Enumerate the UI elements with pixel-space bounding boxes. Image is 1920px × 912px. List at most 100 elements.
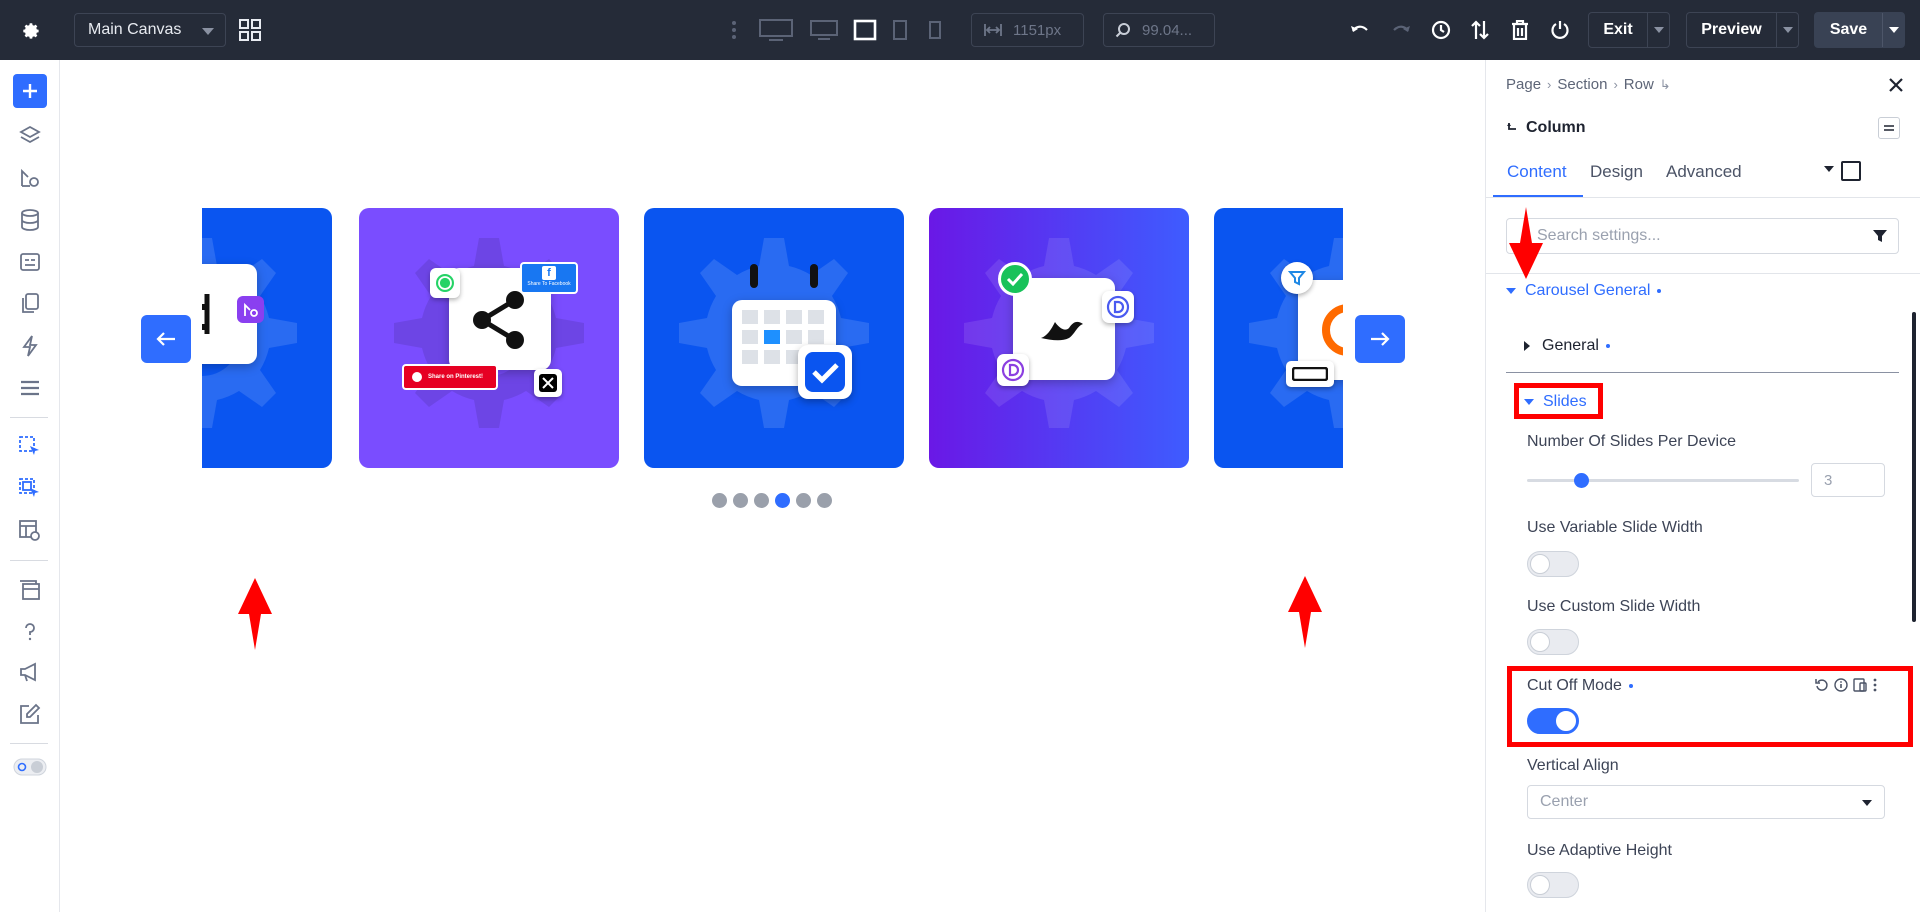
chevron-right-icon: › xyxy=(1547,77,1552,92)
exit-button[interactable]: Exit xyxy=(1588,12,1670,48)
laptop-icon-active[interactable] xyxy=(852,18,878,42)
more-vertical-icon[interactable] xyxy=(728,18,740,42)
theme-toggle[interactable] xyxy=(12,757,48,777)
undo-icon[interactable] xyxy=(1349,19,1371,41)
close-icon[interactable] xyxy=(1888,77,1904,93)
help-icon[interactable] xyxy=(18,620,42,644)
filter-icon[interactable] xyxy=(1872,228,1888,244)
desktop-icon[interactable] xyxy=(809,17,839,43)
settings-search-input[interactable]: Search settings... xyxy=(1506,218,1899,254)
variable-width-label: Use Variable Slide Width xyxy=(1527,519,1703,536)
caret-down-icon[interactable] xyxy=(1824,166,1834,172)
slides-per-device-slider[interactable] xyxy=(1527,473,1799,488)
filter-icon xyxy=(1281,262,1313,294)
slider-handle[interactable] xyxy=(1574,473,1590,488)
canvas-width-value: 1151px xyxy=(1013,21,1062,39)
undo-arrow-icon[interactable] xyxy=(1506,122,1518,134)
pages-icon[interactable] xyxy=(18,292,42,316)
desktop-wide-icon[interactable] xyxy=(758,16,794,44)
facebook-share-label: Share To Facebook xyxy=(527,281,571,287)
caret-right-icon xyxy=(1524,341,1530,351)
return-arrow-icon: ↳ xyxy=(1659,76,1671,92)
device-view-icon[interactable] xyxy=(1841,161,1861,181)
slide-social-share[interactable]: f Share To Facebook Share on Pinterest! xyxy=(359,208,619,468)
tablet-icon[interactable] xyxy=(891,18,909,42)
slides-per-device-input[interactable]: 3 xyxy=(1811,463,1885,497)
list-icon[interactable] xyxy=(18,376,42,400)
save-dropdown[interactable] xyxy=(1882,13,1904,47)
grid-icon[interactable] xyxy=(237,17,263,43)
subgroup-general[interactable]: General xyxy=(1524,337,1610,355)
tab-advanced[interactable]: Advanced xyxy=(1666,162,1742,182)
panel-options-icon[interactable] xyxy=(1878,117,1900,139)
carousel-dot[interactable] xyxy=(754,493,769,508)
width-arrows-icon xyxy=(983,23,1003,37)
canvas-width-input[interactable]: 1151px xyxy=(971,13,1084,47)
carousel-dot[interactable] xyxy=(712,493,727,508)
lightning-icon[interactable] xyxy=(18,334,42,358)
carousel-next-button[interactable] xyxy=(1355,315,1405,363)
modified-indicator xyxy=(1657,289,1662,293)
carousel-dot[interactable] xyxy=(817,493,832,508)
add-element-button[interactable] xyxy=(13,74,47,108)
design-brush-icon[interactable] xyxy=(18,166,42,190)
exit-dropdown[interactable] xyxy=(1647,13,1669,47)
calendar-ring-left xyxy=(750,264,758,288)
window-stack-icon[interactable] xyxy=(18,578,42,602)
chevron-down-icon xyxy=(1862,800,1872,806)
layout-preview-icon[interactable] xyxy=(18,519,42,543)
modified-indicator xyxy=(1605,344,1610,348)
gear-icon[interactable] xyxy=(18,18,42,42)
annotation-highlight-cutoff xyxy=(1507,666,1913,747)
divi-logo-icon xyxy=(997,354,1029,386)
carousel-prev-button[interactable] xyxy=(141,315,191,363)
search-icon xyxy=(1115,22,1131,38)
carousel-dot[interactable] xyxy=(733,493,748,508)
sidebar-divider xyxy=(10,417,48,418)
canvas-select[interactable]: Main Canvas xyxy=(74,13,226,47)
vertical-align-select[interactable]: Center xyxy=(1527,785,1885,819)
variable-width-toggle[interactable] xyxy=(1527,551,1579,577)
save-button[interactable]: Save xyxy=(1814,12,1905,48)
adaptive-height-toggle[interactable] xyxy=(1527,872,1579,898)
slide-calendar[interactable] xyxy=(644,208,904,468)
pinterest-share-badge: Share on Pinterest! xyxy=(402,364,498,390)
top-toolbar: Main Canvas 1151px 99.04... Exit Preview… xyxy=(0,0,1920,60)
sort-arrows-icon[interactable] xyxy=(1469,18,1491,42)
breadcrumb-item[interactable]: Section xyxy=(1557,76,1607,93)
power-icon[interactable] xyxy=(1549,19,1571,41)
form-fields-icon[interactable] xyxy=(18,250,42,274)
multi-select-icon[interactable] xyxy=(18,477,42,501)
zoom-input[interactable]: 99.04... xyxy=(1103,13,1215,47)
custom-width-toggle[interactable] xyxy=(1527,629,1579,655)
toggle-knob xyxy=(1530,632,1550,652)
tab-design[interactable]: Design xyxy=(1590,162,1643,182)
settings-search-placeholder: Search settings... xyxy=(1537,227,1661,244)
preview-dropdown[interactable] xyxy=(1776,13,1798,47)
panel-scrollbar[interactable] xyxy=(1912,312,1916,622)
history-icon[interactable] xyxy=(1430,19,1452,41)
database-icon[interactable] xyxy=(18,208,42,232)
tabs-divider xyxy=(1486,197,1920,198)
preview-button[interactable]: Preview xyxy=(1686,12,1799,48)
toggle-knob xyxy=(1530,875,1550,895)
layers-icon[interactable] xyxy=(18,124,42,148)
tab-content[interactable]: Content xyxy=(1507,162,1567,182)
select-element-icon[interactable] xyxy=(18,435,42,459)
breadcrumb-item[interactable]: Row xyxy=(1624,76,1654,93)
megaphone-icon[interactable] xyxy=(18,660,42,684)
group-carousel-general[interactable]: Carousel General xyxy=(1506,282,1662,300)
trash-icon[interactable] xyxy=(1509,19,1531,41)
carousel-dot[interactable] xyxy=(775,493,790,508)
edit-icon[interactable] xyxy=(18,702,42,726)
slide-partial-left[interactable] xyxy=(202,208,332,468)
carousel-dot[interactable] xyxy=(796,493,811,508)
facebook-icon: f xyxy=(542,266,556,280)
slide-divi-check[interactable] xyxy=(929,208,1189,468)
phone-icon[interactable] xyxy=(927,19,943,41)
checkbox-checked-icon xyxy=(798,345,852,399)
slide-partial-right[interactable] xyxy=(1214,208,1343,468)
pinterest-share-label: Share on Pinterest! xyxy=(428,374,484,380)
redo-icon[interactable] xyxy=(1390,19,1412,41)
breadcrumb-item[interactable]: Page xyxy=(1506,76,1541,93)
